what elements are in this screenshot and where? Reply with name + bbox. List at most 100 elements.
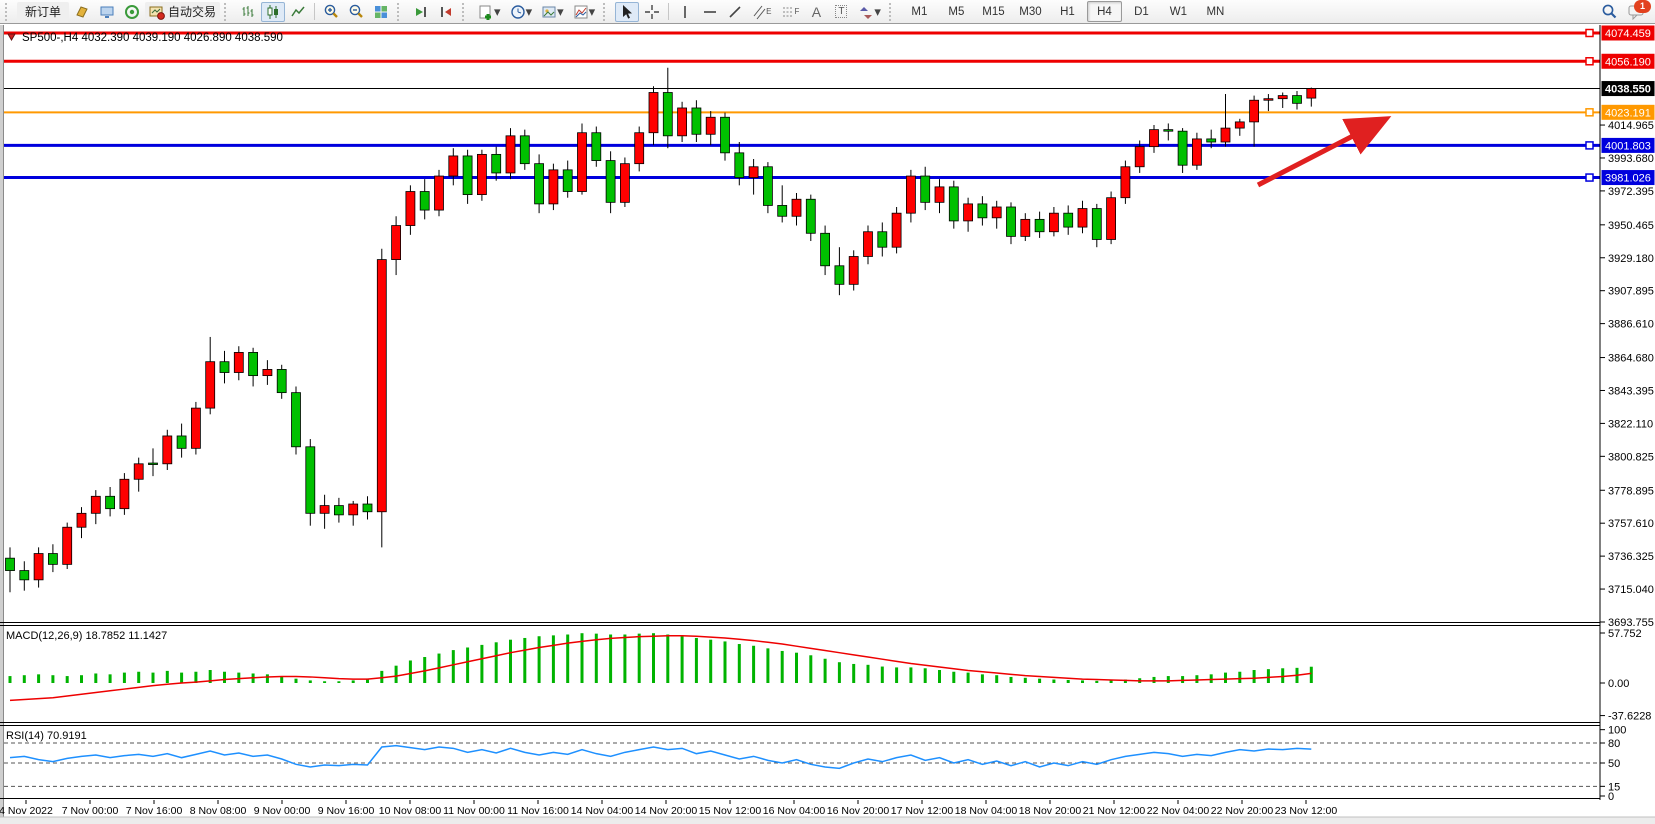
rsi-scale-label: 0 (1608, 791, 1614, 803)
candle (849, 256, 858, 284)
toolbar-grip[interactable] (5, 3, 13, 21)
macd-bar (1081, 680, 1084, 683)
candle (91, 496, 100, 513)
hline-handle[interactable] (1586, 109, 1593, 116)
hline-handle[interactable] (1586, 58, 1593, 65)
time-label: 18 Nov 04:00 (955, 805, 1018, 817)
rsi-scale-label: 100 (1608, 725, 1626, 737)
shapes-tool-icon[interactable]: ▾ (854, 2, 885, 22)
toolbar: 新订单 自动交易 (0, 0, 1655, 24)
macd-bar (781, 651, 784, 683)
autotrading-button[interactable]: 自动交易 (145, 2, 220, 22)
signals-icon[interactable] (120, 2, 144, 22)
tile-windows-icon[interactable] (369, 2, 393, 22)
time-label: 11 Nov 00:00 (443, 805, 505, 817)
timeframe-H1[interactable]: H1 (1050, 1, 1085, 22)
toolbar-grip[interactable] (397, 3, 405, 21)
hline-handle[interactable] (1586, 30, 1593, 37)
chat-icon[interactable]: 1 (1625, 2, 1649, 22)
candle (449, 156, 458, 176)
candle (63, 527, 72, 564)
market-watch-icon[interactable] (95, 2, 119, 22)
autotrading-label: 自动交易 (168, 3, 216, 20)
candle (835, 266, 844, 285)
candle (921, 176, 930, 202)
candle (1121, 167, 1130, 198)
zoom-out-icon[interactable] (344, 2, 368, 22)
trendline-tool-icon[interactable] (723, 2, 747, 22)
zoom-in-icon[interactable] (319, 2, 343, 22)
macd-bar (538, 636, 541, 683)
candle (1221, 128, 1230, 142)
candle (463, 156, 472, 195)
hline-handle[interactable] (1586, 142, 1593, 149)
candle (277, 369, 286, 392)
snapshot-icon[interactable]: ▾ (537, 2, 568, 22)
time-label: 7 Nov 00:00 (62, 805, 119, 817)
candle (506, 136, 515, 173)
bar-chart-type-icon[interactable] (236, 2, 260, 22)
chart-shift-icon[interactable] (434, 2, 458, 22)
timeframe-H4[interactable]: H4 (1087, 1, 1122, 22)
hline-handle[interactable] (1586, 174, 1593, 181)
candlestick-chart-type-icon[interactable] (261, 2, 285, 22)
line-chart-type-icon[interactable] (286, 2, 310, 22)
candle (1150, 130, 1159, 147)
chevron-down-icon: ▾ (494, 4, 501, 20)
macd-bar (838, 662, 841, 683)
candle (649, 92, 658, 132)
toolbar-grip[interactable] (224, 3, 232, 21)
candle (1064, 213, 1073, 227)
horizontal-line-tool-icon[interactable] (698, 2, 722, 22)
timeframe-D1[interactable]: D1 (1124, 1, 1159, 22)
candle (1293, 96, 1302, 104)
fibonacci-tool-icon[interactable]: F (777, 2, 804, 22)
search-icon[interactable] (1597, 2, 1621, 22)
candle (1135, 147, 1144, 167)
chart-window-icon[interactable] (70, 2, 94, 22)
text-tool-icon[interactable]: A (804, 2, 828, 22)
scale-tick-label: 3736.325 (1608, 551, 1654, 563)
macd-bar (237, 673, 240, 683)
toolbar-grip[interactable] (462, 3, 470, 21)
macd-bar (709, 640, 712, 683)
macd-bar (1238, 672, 1241, 683)
rsi-scale-label: 50 (1608, 758, 1620, 770)
candle (763, 167, 772, 206)
auto-scroll-icon[interactable] (409, 2, 433, 22)
time-label: 9 Nov 16:00 (318, 805, 375, 817)
candle (635, 133, 644, 164)
vertical-line-tool-icon[interactable] (673, 2, 697, 22)
cursor-tool-icon[interactable] (615, 2, 639, 22)
scale-tick-label: 3972.395 (1608, 186, 1654, 198)
chevron-down-icon: ▾ (557, 4, 564, 20)
scale-tick-label: 3993.680 (1608, 153, 1654, 165)
timeframe-M30[interactable]: M30 (1013, 1, 1048, 22)
crosshair-tool-icon[interactable] (640, 2, 664, 22)
candle (349, 504, 358, 515)
candle (220, 362, 229, 373)
macd-bar (938, 670, 941, 683)
period-clock-icon[interactable]: ▾ (506, 2, 537, 22)
text-label-tool-icon[interactable]: T (829, 2, 853, 22)
timeframe-M1[interactable]: M1 (902, 1, 937, 22)
new-order-button[interactable]: 新订单 (17, 2, 69, 22)
macd-bar (981, 674, 984, 683)
rsi-label: RSI(14) 70.9191 (6, 730, 87, 742)
equidistant-channel-tool-icon[interactable]: E (748, 2, 775, 22)
candle (1049, 213, 1058, 232)
timeframe-W1[interactable]: W1 (1161, 1, 1196, 22)
candle (578, 133, 587, 192)
indicators-icon[interactable]: ▾ (569, 2, 600, 22)
candle (592, 133, 601, 161)
toolbar-grip[interactable] (603, 3, 611, 21)
new-chart-icon[interactable]: ▾ (474, 2, 505, 22)
toolbar-grip[interactable] (889, 3, 897, 21)
chart-canvas[interactable]: SP500-,H4 4032.390 4039.190 4026.890 403… (0, 25, 1655, 824)
macd-bar (552, 635, 555, 683)
timeframe-MN[interactable]: MN (1198, 1, 1233, 22)
timeframe-M15[interactable]: M15 (976, 1, 1011, 22)
candle (692, 108, 701, 134)
time-label: 4 Nov 2022 (0, 805, 53, 817)
timeframe-M5[interactable]: M5 (939, 1, 974, 22)
